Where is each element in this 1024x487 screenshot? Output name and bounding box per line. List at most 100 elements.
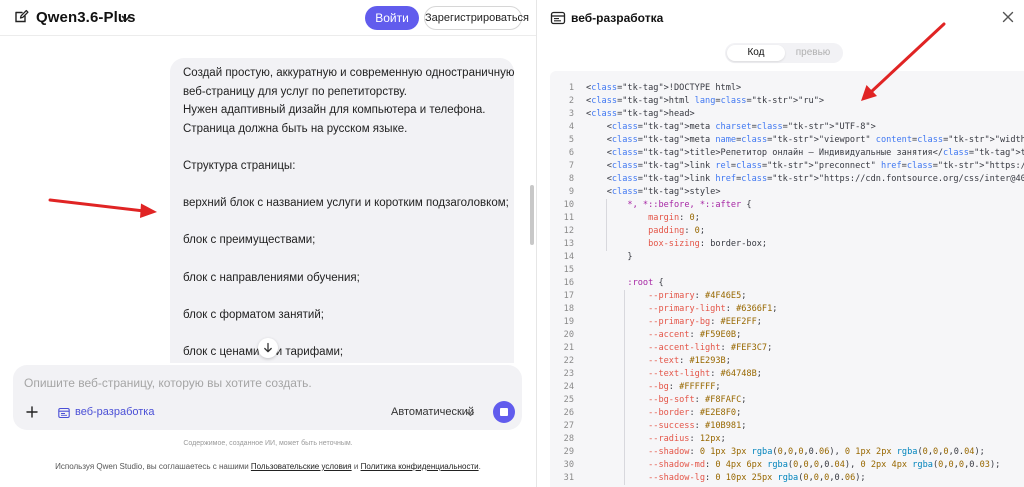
- line-number: 20: [563, 330, 574, 340]
- privacy-policy-link[interactable]: Политика конфиденциальности: [361, 462, 479, 471]
- code-text: --bg-soft: #F8FAFC;: [648, 395, 747, 405]
- chevron-down-icon[interactable]: [466, 410, 475, 418]
- code-text: <class="tk-tag">meta charset=class="tk-s…: [586, 122, 876, 132]
- scroll-to-bottom-button[interactable]: [258, 338, 278, 358]
- code-line: 26 --border: #E2E8F0;: [550, 407, 1024, 420]
- line-number: 8: [568, 174, 574, 184]
- artifact-panel: веб-разработка Код превью 1 <class="tk-ta…: [537, 0, 1024, 487]
- code-line: 13 box-sizing: border-box;: [550, 238, 1024, 251]
- code-line: 25 --bg-soft: #F8FAFC;: [550, 394, 1024, 407]
- code-text: box-sizing: border-box;: [648, 239, 768, 249]
- terms-notice: Используя Qwen Studio, вы соглашаетесь с…: [0, 462, 536, 471]
- terms-of-use-link[interactable]: Пользовательские условия: [251, 462, 352, 471]
- new-chat-icon[interactable]: [13, 9, 29, 25]
- code-line: 27 --success: #10B981;: [550, 420, 1024, 433]
- code-line: 30 --shadow-md: 0 4px 6px rgba(0,0,0,0.0…: [550, 459, 1024, 472]
- code-text: <class="tk-tag">link rel=class="tk-str">…: [586, 161, 1024, 171]
- message-line: веб-страницу для услуг по репетиторству.: [183, 85, 407, 98]
- code-line: 28 --radius: 12px;: [550, 433, 1024, 446]
- terms-prefix: Используя Qwen Studio, вы соглашаетесь с…: [55, 462, 251, 471]
- code-text: --primary-light: #6366F1;: [648, 304, 778, 314]
- code-line: 3 <class="tk-tag">head>: [550, 108, 1024, 121]
- code-editor[interactable]: 1 <class="tk-tag">!DOCTYPE html> 2 <class="…: [550, 71, 1024, 487]
- code-line: 7 <class="tk-tag">link rel=class="tk-str…: [550, 160, 1024, 173]
- code-line: 18 --primary-light: #6366F1;: [550, 303, 1024, 316]
- code-text: margin: 0;: [648, 213, 700, 223]
- chevron-down-icon[interactable]: [120, 12, 132, 24]
- code-line: 14 }: [550, 251, 1024, 264]
- line-number: 11: [563, 213, 574, 223]
- code-line: 12 padding: 0;: [550, 225, 1024, 238]
- user-message-bubble: Создай простую, аккуратную и современную…: [170, 58, 514, 363]
- code-text: --primary: #4F46E5;: [648, 291, 747, 301]
- message-line: Структура страницы:: [183, 160, 296, 172]
- code-text: <class="tk-tag">html lang=class="tk-str"…: [586, 96, 825, 106]
- code-text: --shadow: 0 1px 3px rgba(0,0,0,0.06), 0 …: [648, 447, 985, 457]
- message-line: Нужен адаптивный дизайн для компьютера и…: [183, 104, 486, 117]
- line-number: 31: [563, 473, 574, 483]
- ai-disclaimer: Содержимое, созданное ИИ, может быть нет…: [183, 440, 353, 447]
- line-number: 4: [568, 122, 574, 132]
- webdev-mode-label: веб-разработка: [75, 406, 155, 418]
- code-text: --shadow-lg: 0 10px 25px rgba(0,0,0,0.06…: [648, 473, 866, 483]
- arrow-down-icon: [264, 342, 272, 353]
- code-text: <class="tk-tag">title>Репетитор онлайн —…: [586, 148, 1024, 158]
- chat-header: Qwen3.6-Plus Войти Зарегистрироваться: [0, 0, 536, 36]
- line-number: 25: [563, 395, 574, 405]
- browser-window-icon: [550, 11, 566, 25]
- code-line: 4 <class="tk-tag">meta charset=class="tk…: [550, 121, 1024, 134]
- line-number: 27: [563, 421, 574, 431]
- login-button[interactable]: Войти: [365, 6, 419, 30]
- close-icon[interactable]: [1000, 9, 1016, 25]
- message-line: блок с преимуществами;: [183, 234, 316, 247]
- message-line: верхний блок с названием услуги и коротк…: [183, 197, 509, 210]
- code-line: 5 <class="tk-tag">meta name=class="tk-st…: [550, 134, 1024, 147]
- register-button[interactable]: Зарегистрироваться: [424, 6, 529, 30]
- line-number: 21: [563, 343, 574, 353]
- attach-plus-icon[interactable]: [22, 402, 42, 422]
- line-number: 23: [563, 369, 574, 379]
- code-line: 20 --accent: #F59E0B;: [550, 329, 1024, 342]
- code-text: <class="tk-tag">link href=class="tk-str"…: [586, 174, 1024, 184]
- tab-preview[interactable]: превью: [785, 45, 841, 61]
- line-number: 12: [563, 226, 574, 236]
- code-text: *, *::before, *::after {: [627, 200, 752, 210]
- mode-select[interactable]: Автоматический: [391, 406, 474, 418]
- message-line: блок с направлениями обучения;: [183, 271, 360, 284]
- stop-generation-button[interactable]: [493, 401, 515, 423]
- line-number: 17: [563, 291, 574, 301]
- line-number: 22: [563, 356, 574, 366]
- code-text: padding: 0;: [648, 226, 706, 236]
- code-text: :root {: [627, 278, 664, 288]
- message-line: блок с форматом занятий;: [183, 308, 324, 321]
- line-number: 28: [563, 434, 574, 444]
- code-line: 11 margin: 0;: [550, 212, 1024, 225]
- line-number: 13: [563, 239, 574, 249]
- browser-window-icon: [58, 407, 70, 419]
- code-line: 31 --shadow-lg: 0 10px 25px rgba(0,0,0,0…: [550, 472, 1024, 485]
- line-number: 10: [563, 200, 574, 210]
- line-number: 29: [563, 447, 574, 457]
- prompt-input[interactable]: [24, 375, 504, 391]
- code-line: 16 :root {: [550, 277, 1024, 290]
- view-toggle: Код превью: [725, 43, 843, 63]
- line-number: 26: [563, 408, 574, 418]
- prompt-composer: веб-разработка Автоматический: [13, 365, 522, 430]
- line-number: 1: [568, 83, 574, 93]
- line-number: 16: [563, 278, 574, 288]
- code-line: 9 <class="tk-tag">style>: [550, 186, 1024, 199]
- chat-scrollbar[interactable]: [530, 185, 534, 245]
- code-text: --bg: #FFFFFF;: [648, 382, 721, 392]
- code-line: 6 <class="tk-tag">title>Репетитор онлайн…: [550, 147, 1024, 160]
- panel-title: веб-разработка: [571, 11, 664, 25]
- line-number: 19: [563, 317, 574, 327]
- line-number: 18: [563, 304, 574, 314]
- line-number: 5: [568, 135, 574, 145]
- line-number: 30: [563, 460, 574, 470]
- message-line: Создай простую, аккуратную и современную…: [183, 67, 514, 79]
- stop-icon: [500, 408, 508, 416]
- tab-code[interactable]: Код: [727, 45, 785, 61]
- code-text: --accent: #F59E0B;: [648, 330, 742, 340]
- message-line: Страница должна быть на русском языке.: [183, 122, 408, 135]
- code-text: --border: #E2E8F0;: [648, 408, 742, 418]
